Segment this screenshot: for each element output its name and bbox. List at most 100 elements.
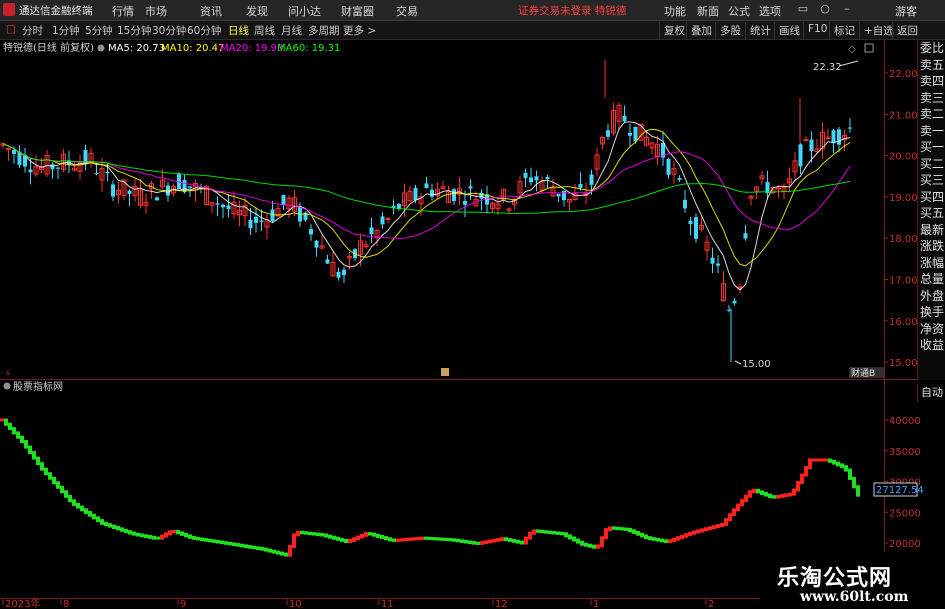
- candle-body-down: [589, 174, 594, 185]
- indicator-step: [844, 465, 848, 472]
- side-item[interactable]: 委比: [918, 40, 945, 57]
- indicator-step: [292, 533, 296, 549]
- candle-body-down: [666, 159, 671, 175]
- price-tick-label: 16.00: [889, 317, 918, 328]
- side-item[interactable]: 买四: [918, 189, 945, 206]
- indicator-step: [80, 505, 84, 512]
- indicator-step: [476, 541, 480, 545]
- indicator-step: [760, 490, 764, 495]
- indicator-step: [788, 492, 792, 497]
- indicator-step: [596, 544, 600, 549]
- indicator-step: [712, 525, 716, 530]
- candle-body-down: [710, 257, 715, 264]
- indicator-step: [172, 529, 176, 534]
- indicator-step: [28, 445, 32, 455]
- indicator-step: [580, 540, 584, 546]
- diamond-icon[interactable]: ◇: [848, 44, 856, 55]
- indicator-name: 股票指标网: [13, 380, 63, 393]
- candle-body-down: [578, 183, 583, 188]
- indicator-step: [676, 536, 680, 541]
- indicator-step: [708, 526, 712, 531]
- indicator-step: [152, 535, 156, 540]
- indicator-step: [688, 531, 692, 537]
- side-item[interactable]: 涨幅: [918, 255, 945, 272]
- side-item[interactable]: 总量: [918, 271, 945, 288]
- indicator-step: [236, 543, 240, 547]
- indicator-step: [160, 534, 164, 540]
- indicator-step: [848, 468, 852, 480]
- price-tick-label: 20.00: [889, 152, 918, 163]
- side-item[interactable]: 卖五: [918, 57, 945, 74]
- indicator-step: [640, 532, 644, 538]
- side-item[interactable]: 卖三: [918, 90, 945, 107]
- indicator-step: [792, 488, 796, 496]
- indicator-collapse-icon[interactable]: [3, 382, 11, 390]
- side-item[interactable]: 收益: [918, 337, 945, 354]
- indicator-step: [304, 531, 308, 535]
- indicator-step: [776, 494, 780, 499]
- indicator-step: [336, 536, 340, 541]
- chart-canvas[interactable]: 特锐德(日线 前复权) MA5: 20.73 MA10: 20.47 MA20:…: [0, 0, 945, 609]
- indicator-step: [308, 531, 312, 536]
- candle-body-down: [529, 177, 533, 183]
- side-item[interactable]: 买三: [918, 172, 945, 189]
- side-item[interactable]: 卖一: [918, 123, 945, 140]
- candle-body-down: [628, 132, 632, 136]
- indicator-tick-label: 20000: [889, 539, 921, 550]
- candle-body-down: [221, 204, 225, 208]
- indicator-step: [232, 542, 236, 547]
- indicator-step: [76, 502, 80, 509]
- event-marker-icon[interactable]: [441, 368, 449, 376]
- indicator-step: [60, 485, 64, 494]
- indicator-step: [4, 418, 8, 426]
- indicator-step: [156, 536, 160, 540]
- side-item[interactable]: 涨跌: [918, 238, 945, 255]
- indicator-step: [396, 538, 400, 542]
- indicator-step: [572, 536, 576, 542]
- indicator-step: [652, 537, 656, 541]
- indicator-step: [832, 459, 836, 465]
- side-item[interactable]: 净资: [918, 321, 945, 338]
- indicator-step: [288, 545, 292, 557]
- indicator-step: [32, 451, 36, 460]
- side-item[interactable]: 外盘: [918, 288, 945, 305]
- indicator-current-value: 27127.54: [876, 485, 924, 496]
- indicator-step: [796, 481, 800, 492]
- date-label: 10: [289, 599, 302, 609]
- side-item[interactable]: 卖二: [918, 106, 945, 123]
- indicator-step: [404, 537, 408, 542]
- candle-body-down: [798, 144, 803, 167]
- candle-body-down: [556, 193, 561, 197]
- candle-body-down: [336, 271, 341, 278]
- indicator-step: [608, 526, 612, 532]
- moving-averages: [2, 121, 851, 291]
- indicator-step: [624, 527, 628, 531]
- side-item[interactable]: 买五: [918, 205, 945, 222]
- ma60-label: MA60: 19.31: [277, 43, 340, 54]
- indicator-step: [328, 534, 332, 539]
- collapse-icon[interactable]: [97, 44, 105, 52]
- indicator-step: [840, 463, 844, 469]
- side-item[interactable]: 换手: [918, 304, 945, 321]
- indicator-step: [192, 535, 196, 540]
- indicator-step: [452, 538, 456, 542]
- side-item[interactable]: 买一: [918, 139, 945, 156]
- indicator-step: [704, 527, 708, 532]
- indicator-step: [420, 536, 424, 540]
- indicator-step: [332, 535, 336, 540]
- window-icon[interactable]: [864, 43, 874, 53]
- side-item[interactable]: 买二: [918, 156, 945, 173]
- side-panel: 委比 卖五 卖四 卖三 卖二 卖一 买一 买二 买三 买四 买五 最新 涨跌 涨…: [917, 40, 945, 380]
- indicator-step: [780, 494, 784, 498]
- side-item[interactable]: 最新: [918, 222, 945, 239]
- price-axis: 22.00 21.00 20.00 19.00 18.00 17.00 16.00 15.00: [884, 69, 918, 369]
- side-item[interactable]: 卖四: [918, 73, 945, 90]
- indicator-step: [568, 534, 572, 540]
- indicator-step: [128, 530, 132, 535]
- indicator-step: [324, 533, 328, 538]
- auto-button[interactable]: 自动: [917, 384, 945, 402]
- candle-body-down: [837, 129, 841, 145]
- indicator-step: [244, 544, 248, 549]
- candle-body-down: [424, 183, 429, 188]
- price-tick-label: 21.00: [889, 110, 918, 121]
